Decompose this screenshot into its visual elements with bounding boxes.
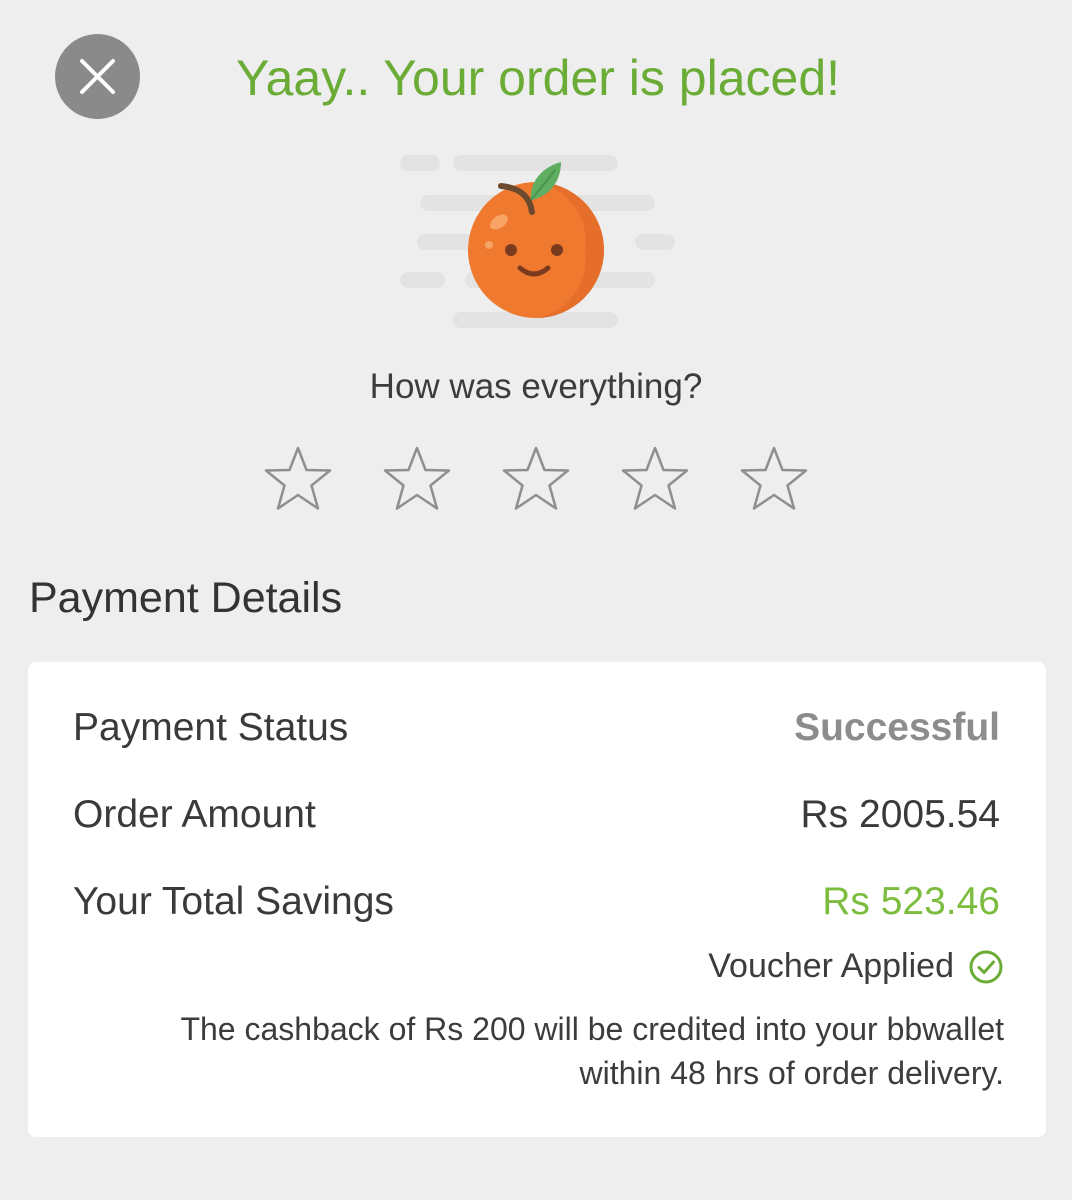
voucher-applied: Voucher Applied — [708, 947, 1004, 986]
total-savings-label: Your Total Savings — [73, 880, 394, 923]
order-placed-title: Yaay.. Your order is placed! — [235, 50, 841, 106]
star-4-icon[interactable] — [619, 445, 691, 513]
payment-details-heading: Payment Details — [29, 574, 343, 622]
check-circle-icon — [969, 950, 1003, 983]
cashback-note-line-2: within 48 hrs of order delivery. — [579, 1055, 1004, 1091]
payment-details-card: Payment Status Successful Order Amount R… — [28, 662, 1046, 1137]
voucher-applied-label: Voucher Applied — [708, 947, 954, 985]
total-savings-row: Your Total Savings Rs 523.46 — [73, 880, 1000, 924]
star-5-icon[interactable] — [738, 445, 810, 513]
order-amount-label: Order Amount — [73, 793, 316, 836]
payment-status-label: Payment Status — [73, 706, 349, 749]
order-amount-value: Rs 2005.54 — [800, 793, 1000, 836]
cashback-note: The cashback of Rs 200 will be credited … — [44, 1007, 1004, 1095]
order-amount-row: Order Amount Rs 2005.54 — [73, 793, 1000, 837]
rating-question: How was everything? — [369, 367, 703, 406]
star-1-icon[interactable] — [262, 445, 334, 513]
payment-status-value: Successful — [794, 706, 1000, 749]
star-3-icon[interactable] — [500, 445, 572, 513]
cashback-note-line-1: The cashback of Rs 200 will be credited … — [180, 1011, 1004, 1047]
payment-status-row: Payment Status Successful — [73, 706, 1000, 750]
star-2-icon[interactable] — [381, 445, 453, 513]
orange-mascot-illustration — [395, 150, 685, 335]
total-savings-value: Rs 523.46 — [822, 880, 1000, 923]
star-rating[interactable] — [0, 445, 1072, 513]
